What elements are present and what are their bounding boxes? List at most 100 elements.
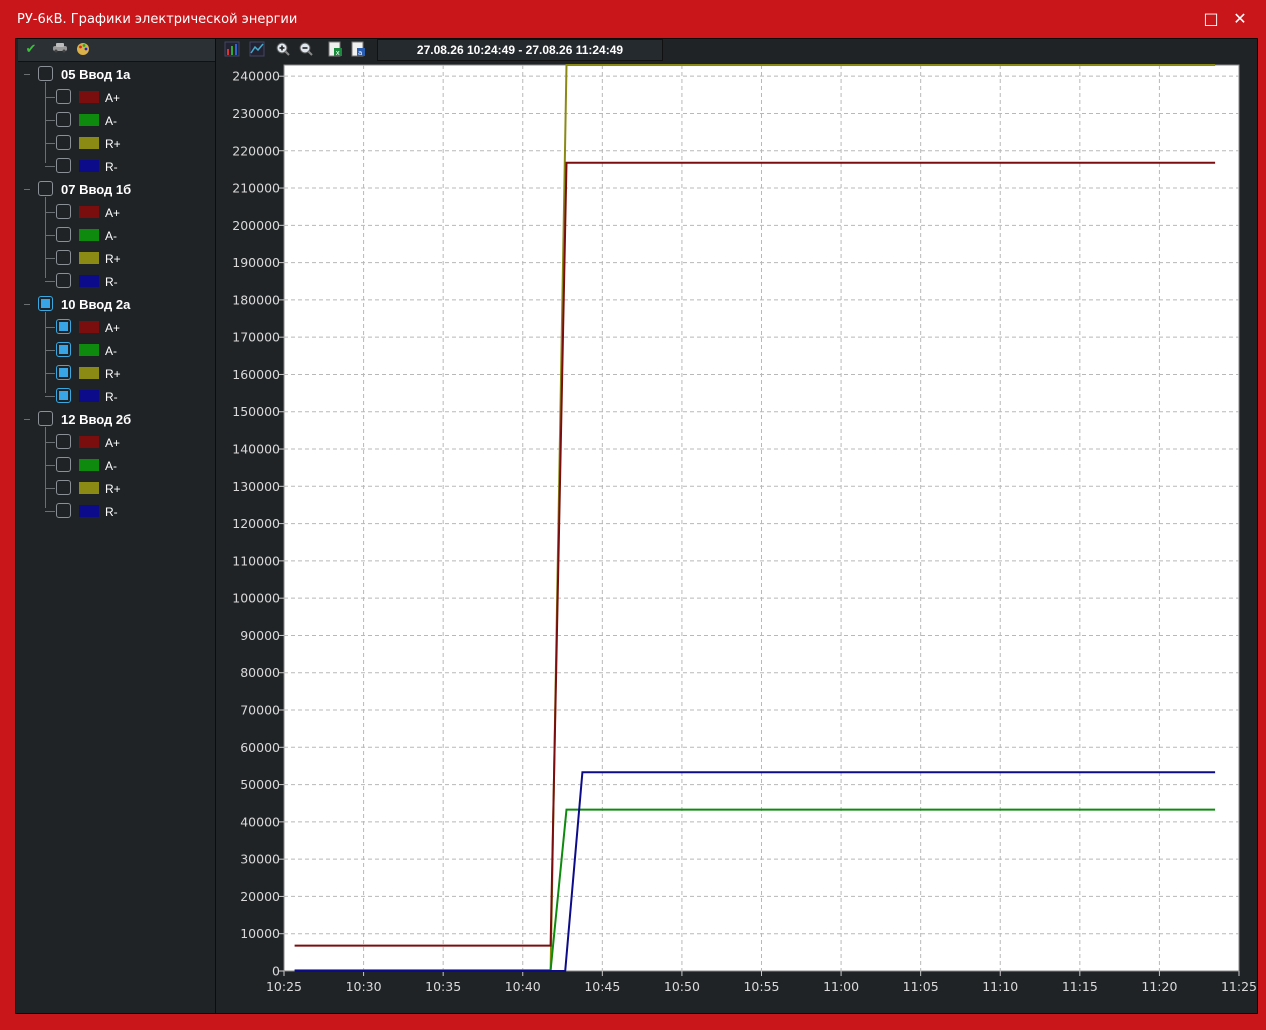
zoom-in-icon[interactable]	[274, 41, 292, 59]
channel-color-swatch	[79, 137, 99, 149]
close-button[interactable]: ✕	[1229, 8, 1251, 30]
y-tick-label: 80000	[240, 665, 280, 680]
chart-line-icon[interactable]	[248, 41, 266, 59]
sidebar: ✔ 05 Ввод 1а A+ A- R+ R- 07 Ввод 1б A+ A- R+ R- 10…	[18, 39, 216, 1013]
group-checkbox[interactable]	[38, 66, 53, 81]
channel-checkbox[interactable]	[56, 273, 71, 288]
channel-label: A-	[105, 344, 117, 358]
channel-color-swatch	[79, 482, 99, 494]
tree-branch	[45, 427, 46, 508]
tree-branch	[24, 304, 30, 305]
tree-branch	[45, 327, 55, 328]
time-range-field[interactable]: 27.08.26 10:24:49 - 27.08.26 11:24:49	[377, 39, 663, 61]
content-area: ✔ 05 Ввод 1а A+ A- R+ R- 07 Ввод 1б A+ A- R+ R- 10…	[15, 38, 1258, 1014]
channel-color-swatch	[79, 275, 99, 287]
chart-panel: x a 27.08.26 10:24:49 - 27.08.26 11:24:4…	[217, 39, 1257, 1013]
check-all-icon[interactable]: ✔	[22, 41, 40, 59]
channel-label: A+	[105, 436, 121, 450]
x-tick-label: 10:50	[664, 979, 700, 994]
group-checkbox[interactable]	[38, 181, 53, 196]
channel-checkbox[interactable]	[56, 204, 71, 219]
y-axis: 0 10000 20000 30000 40000 50000 60000 70000 8000…	[232, 69, 284, 979]
tree-branch	[45, 143, 55, 144]
y-tick-label: 100000	[232, 591, 280, 606]
channel-checkbox[interactable]	[56, 135, 71, 150]
channel-label: R-	[105, 160, 118, 174]
tree-branch	[45, 350, 55, 351]
channel-checkbox[interactable]	[56, 319, 71, 334]
channel-label: R-	[105, 505, 118, 519]
tree-branch	[45, 488, 55, 489]
channel-label: A+	[105, 206, 121, 220]
maximize-button[interactable]: □	[1200, 8, 1222, 30]
channel-label: R+	[105, 252, 121, 266]
title-bar[interactable]: РУ-6кВ. Графики электрической энергии □ …	[0, 0, 1266, 38]
channel-color-swatch	[79, 321, 99, 333]
tree-branch	[45, 312, 46, 393]
x-tick-label: 11:10	[982, 979, 1018, 994]
x-axis: 10:25 10:30 10:35 10:40 10:45 10:50 10:55 11:00…	[266, 971, 1257, 994]
channel-color-swatch	[79, 436, 99, 448]
y-tick-label: 220000	[232, 143, 280, 158]
group-checkbox[interactable]	[38, 411, 53, 426]
car-icon[interactable]	[51, 41, 69, 59]
y-tick-label: 90000	[240, 628, 280, 643]
y-tick-label: 190000	[232, 255, 280, 270]
x-tick-label: 11:20	[1141, 979, 1177, 994]
tree-branch	[45, 258, 55, 259]
channel-checkbox[interactable]	[56, 158, 71, 173]
channel-label: R-	[105, 390, 118, 404]
y-tick-label: 230000	[232, 106, 280, 121]
channel-checkbox[interactable]	[56, 457, 71, 472]
x-tick-label: 10:30	[346, 979, 382, 994]
tree-branch	[45, 97, 55, 98]
tree-branch	[24, 189, 30, 190]
x-tick-label: 10:25	[266, 979, 302, 994]
channel-checkbox[interactable]	[56, 434, 71, 449]
group-checkbox[interactable]	[38, 296, 53, 311]
channel-checkbox[interactable]	[56, 227, 71, 242]
y-tick-label: 160000	[232, 367, 280, 382]
channel-color-swatch	[79, 206, 99, 218]
tree-branch	[45, 396, 55, 397]
y-tick-label: 20000	[240, 889, 280, 904]
channel-checkbox[interactable]	[56, 388, 71, 403]
x-tick-label: 11:15	[1062, 979, 1098, 994]
channel-color-swatch	[79, 505, 99, 517]
channel-checkbox[interactable]	[56, 503, 71, 518]
channel-checkbox[interactable]	[56, 365, 71, 380]
tree-branch	[45, 235, 55, 236]
zoom-out-icon[interactable]	[297, 41, 315, 59]
tree-branch	[45, 197, 46, 278]
y-tick-label: 200000	[232, 218, 280, 233]
channel-checkbox[interactable]	[56, 250, 71, 265]
tree-branch	[45, 511, 55, 512]
y-tick-label: 120000	[232, 516, 280, 531]
channel-label: A+	[105, 91, 121, 105]
channel-checkbox[interactable]	[56, 89, 71, 104]
channel-checkbox[interactable]	[56, 342, 71, 357]
y-tick-label: 30000	[240, 852, 280, 867]
group-label: 07 Ввод 1б	[61, 182, 132, 197]
app-window: РУ-6кВ. Графики электрической энергии □ …	[0, 0, 1266, 1030]
group-label: 12 Ввод 2б	[61, 412, 132, 427]
palette-icon[interactable]	[74, 41, 92, 59]
channel-label: R+	[105, 367, 121, 381]
y-tick-label: 240000	[232, 69, 280, 84]
chart-bars-icon[interactable]	[223, 41, 241, 59]
channel-color-swatch	[79, 229, 99, 241]
x-tick-label: 10:35	[425, 979, 461, 994]
channel-color-swatch	[79, 390, 99, 402]
x-tick-label: 10:40	[505, 979, 541, 994]
tree-branch	[45, 373, 55, 374]
channel-checkbox[interactable]	[56, 112, 71, 127]
x-tick-label: 10:55	[743, 979, 779, 994]
channel-checkbox[interactable]	[56, 480, 71, 495]
export-csv-icon[interactable]: a	[349, 41, 367, 59]
group-label: 10 Ввод 2а	[61, 297, 131, 312]
export-excel-icon[interactable]: x	[326, 41, 344, 59]
y-tick-label: 110000	[232, 553, 280, 568]
channel-color-swatch	[79, 344, 99, 356]
channel-label: A-	[105, 229, 117, 243]
y-tick-label: 60000	[240, 740, 280, 755]
